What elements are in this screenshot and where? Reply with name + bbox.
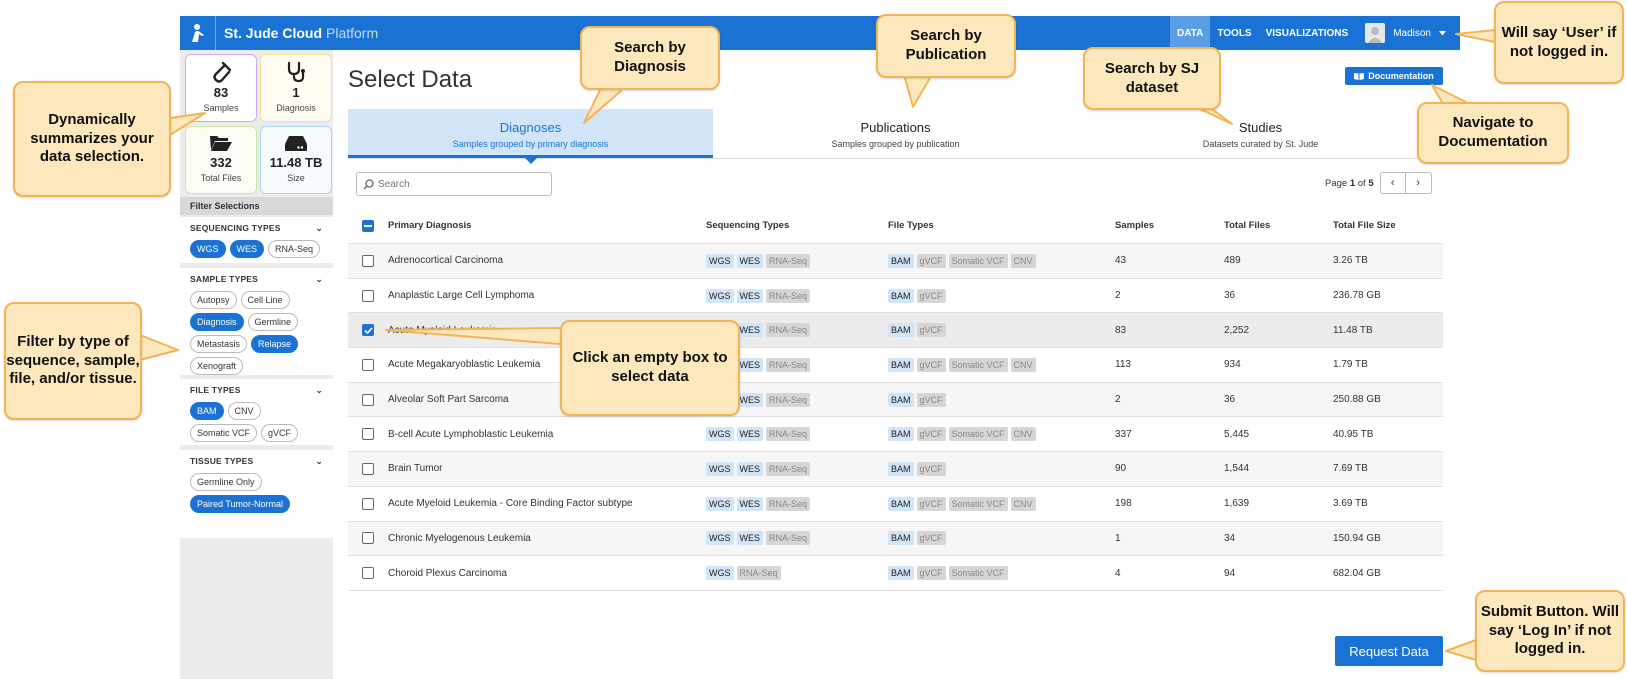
callout-filter: Filter by type of sequence, sample, file… — [4, 302, 142, 420]
submit-pointer — [1445, 639, 1477, 661]
callout-diagnosis: Search by Diagnosis — [580, 26, 720, 90]
filter-pointer — [139, 334, 179, 361]
summary-pointer — [169, 112, 206, 136]
callout-user: Will say ‘User’ if not logged in. — [1494, 1, 1624, 84]
callout-docs: Navigate to Documentation — [1417, 102, 1569, 164]
callout-dataset: Search by SJ dataset — [1083, 47, 1221, 110]
app-root: St. Jude Cloud Platform DATA TOOLS VISUA… — [0, 0, 1627, 679]
callout-select: Click an empty box to select data — [560, 320, 740, 416]
publication-pointer — [904, 77, 931, 108]
callout-pointers — [139, 29, 1496, 661]
callout-submit: Submit Button. Will say ‘Log In’ if not … — [1475, 590, 1625, 672]
select-pointer — [385, 327, 561, 345]
callout-summary: Dynamically summarizes your data selecti… — [13, 81, 171, 197]
callout-publication: Search by Publication — [876, 14, 1016, 78]
docs-pointer — [1431, 84, 1467, 103]
dataset-pointer — [1199, 108, 1233, 125]
diagnosis-pointer — [583, 89, 623, 124]
user-pointer — [1455, 29, 1496, 43]
